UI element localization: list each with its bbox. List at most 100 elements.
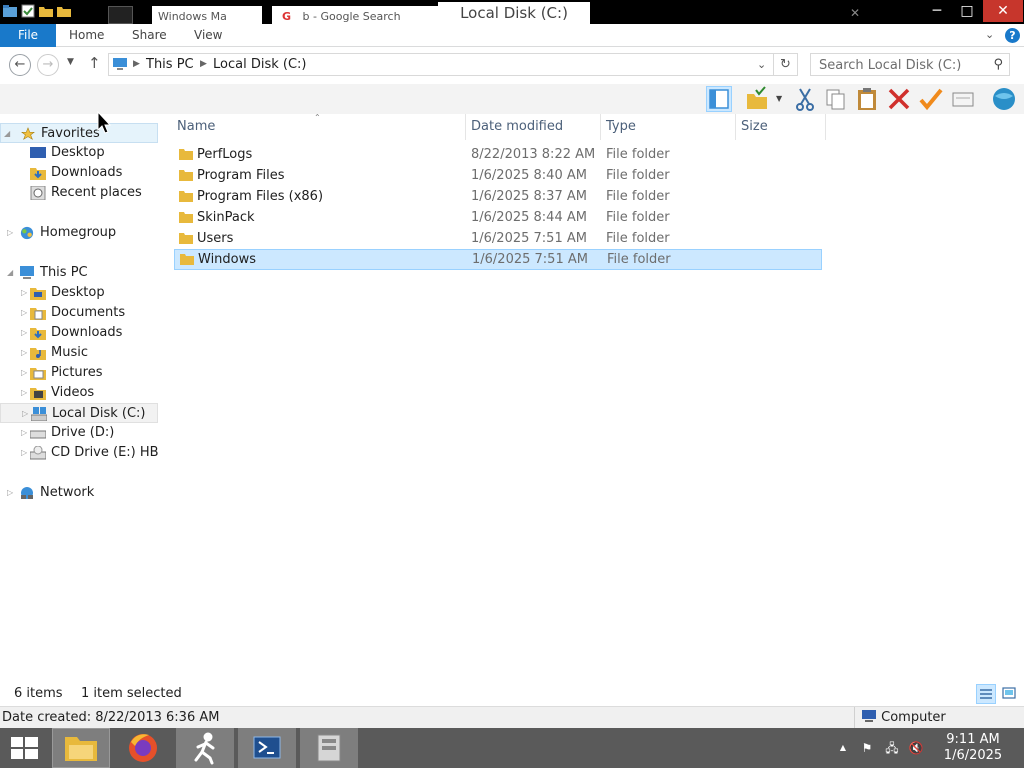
taskbar-runner-app[interactable]: [176, 728, 234, 768]
file-row[interactable]: Users 1/6/2025 7:51 AM File folder: [174, 229, 822, 250]
nav-fav-desktop[interactable]: Desktop: [0, 143, 158, 163]
taskbar-firefox[interactable]: [114, 728, 172, 768]
expand-arrow-icon[interactable]: ◢: [7, 263, 13, 283]
maximize-button[interactable]: □: [952, 0, 982, 22]
folder-icon: [179, 191, 193, 202]
start-button[interactable]: [0, 728, 48, 768]
expand-arrow-icon[interactable]: ▷: [22, 404, 28, 422]
expand-arrow-icon[interactable]: ▷: [21, 423, 27, 443]
explorer-icon[interactable]: [2, 3, 18, 19]
file-date: 1/6/2025 7:51 AM: [471, 231, 587, 246]
network-globe-button[interactable]: [990, 86, 1016, 112]
breadcrumb-local-disk[interactable]: Local Disk (C:): [213, 54, 306, 75]
file-type: File folder: [606, 231, 670, 246]
cut-button[interactable]: [792, 86, 818, 112]
item-count: 6 items: [14, 686, 63, 701]
up-arrow-icon[interactable]: ↑: [88, 54, 101, 72]
tab-view[interactable]: View: [194, 24, 222, 47]
nav-pc-documents[interactable]: ▷ Documents: [0, 303, 158, 323]
search-icon[interactable]: ⚲: [993, 57, 1003, 72]
volume-muted-icon[interactable]: 🔇: [908, 740, 924, 756]
nav-homegroup[interactable]: ▷ Homegroup: [0, 223, 158, 243]
expand-arrow-icon[interactable]: ▷: [21, 443, 27, 463]
expand-arrow-icon[interactable]: ▷: [21, 303, 27, 323]
nav-pc-local-disk[interactable]: ▷ Local Disk (C:): [0, 403, 158, 423]
nav-network-label: Network: [40, 485, 95, 500]
file-row[interactable]: SkinPack 1/6/2025 8:44 AM File folder: [174, 208, 822, 229]
background-tab-windows[interactable]: Windows Ma: [152, 6, 262, 24]
minimize-button[interactable]: ─: [922, 0, 952, 22]
file-date: 1/6/2025 8:40 AM: [471, 168, 587, 183]
system-clock[interactable]: 9:11 AM 1/6/2025: [938, 732, 1008, 764]
nav-pc-drive-d[interactable]: ▷ Drive (D:): [0, 423, 158, 443]
details-view-icon: [980, 689, 992, 699]
column-header-date[interactable]: Date modified: [466, 114, 601, 140]
nav-fav-downloads[interactable]: Downloads: [0, 163, 158, 183]
quick-access-folder-icon[interactable]: [56, 3, 72, 19]
file-row[interactable]: Program Files 1/6/2025 8:40 AM File fold…: [174, 166, 822, 187]
expand-arrow-icon[interactable]: ◢: [4, 124, 10, 142]
taskbar-server-manager[interactable]: [300, 728, 358, 768]
address-bar[interactable]: ▶ This PC ▶ Local Disk (C:) ⌄: [108, 53, 774, 76]
file-row[interactable]: PerfLogs 8/22/2013 8:22 AM File folder: [174, 145, 822, 166]
overlay-close-icon[interactable]: ✕: [850, 6, 860, 20]
expand-arrow-icon[interactable]: ▷: [21, 363, 27, 383]
address-dropdown-icon[interactable]: ⌄: [757, 54, 766, 75]
nav-fav-recent-places[interactable]: Recent places: [0, 183, 158, 203]
expand-arrow-icon[interactable]: ▷: [7, 223, 13, 243]
taskbar-powershell[interactable]: [238, 728, 296, 768]
properties-button[interactable]: [744, 86, 770, 112]
column-header-size[interactable]: Size: [736, 114, 826, 140]
file-row[interactable]: Program Files (x86) 1/6/2025 8:37 AM Fil…: [174, 187, 822, 208]
file-row-selected[interactable]: Windows 1/6/2025 7:51 AM File folder: [174, 249, 822, 270]
background-app-thumbnail[interactable]: [108, 6, 133, 24]
close-button[interactable]: ✕: [983, 0, 1023, 22]
back-button[interactable]: ←: [9, 54, 31, 76]
preview-pane-button[interactable]: [706, 86, 732, 112]
email-button[interactable]: [950, 86, 976, 112]
expand-arrow-icon[interactable]: ▷: [21, 283, 27, 303]
help-icon[interactable]: ?: [1005, 28, 1020, 43]
recent-locations-icon[interactable]: ▼: [67, 57, 74, 67]
delete-button[interactable]: [886, 86, 912, 112]
nav-pc-videos[interactable]: ▷ Videos: [0, 383, 158, 403]
action-center-flag-icon[interactable]: ⚑: [859, 740, 875, 756]
refresh-button[interactable]: ↻: [774, 53, 798, 76]
copy-button[interactable]: [823, 86, 849, 112]
tab-share[interactable]: Share: [132, 24, 167, 47]
search-input[interactable]: [819, 56, 987, 74]
forward-button[interactable]: →: [37, 54, 59, 76]
new-folder-icon[interactable]: [38, 3, 54, 19]
details-view-button[interactable]: [976, 684, 996, 704]
breadcrumb-separator-icon: ▶: [133, 59, 140, 69]
nav-pc-desktop[interactable]: ▷ Desktop: [0, 283, 158, 303]
tab-file[interactable]: File: [0, 24, 56, 47]
network-tray-icon[interactable]: 🖧: [884, 740, 900, 756]
nav-pc-downloads[interactable]: ▷ Downloads: [0, 323, 158, 343]
column-header-date-label: Date modified: [471, 119, 564, 134]
rename-button[interactable]: [918, 86, 944, 112]
expand-arrow-icon[interactable]: ▷: [7, 483, 13, 503]
tab-home[interactable]: Home: [69, 24, 104, 47]
nav-pc-local-disk-label: Local Disk (C:): [52, 406, 146, 421]
nav-pc-pictures[interactable]: ▷ Pictures: [0, 363, 158, 383]
properties-icon[interactable]: [20, 3, 36, 19]
nav-pc-music[interactable]: ▷ Music: [0, 343, 158, 363]
window-title: Local Disk (C:): [438, 2, 590, 24]
paste-button[interactable]: [854, 86, 880, 112]
expand-arrow-icon[interactable]: ▷: [21, 383, 27, 403]
show-hidden-icons-icon[interactable]: ▲: [835, 740, 851, 756]
large-icons-view-button[interactable]: [1000, 684, 1020, 704]
search-box[interactable]: ⚲: [810, 53, 1010, 76]
breadcrumb-this-pc[interactable]: This PC: [146, 54, 194, 75]
nav-this-pc[interactable]: ◢ This PC: [0, 263, 158, 283]
taskbar-file-explorer[interactable]: [52, 728, 110, 768]
nav-pc-cd-drive[interactable]: ▷ CD Drive (E:) HBC: [0, 443, 158, 463]
nav-network[interactable]: ▷ Network: [0, 483, 158, 503]
chevron-down-icon[interactable]: ⌄: [985, 28, 994, 41]
column-header-type[interactable]: Type: [601, 114, 736, 140]
properties-dropdown-icon[interactable]: ▼: [776, 94, 782, 103]
expand-arrow-icon[interactable]: ▷: [21, 343, 27, 363]
nav-favorites[interactable]: ◢ Favorites: [0, 123, 158, 143]
expand-arrow-icon[interactable]: ▷: [21, 323, 27, 343]
